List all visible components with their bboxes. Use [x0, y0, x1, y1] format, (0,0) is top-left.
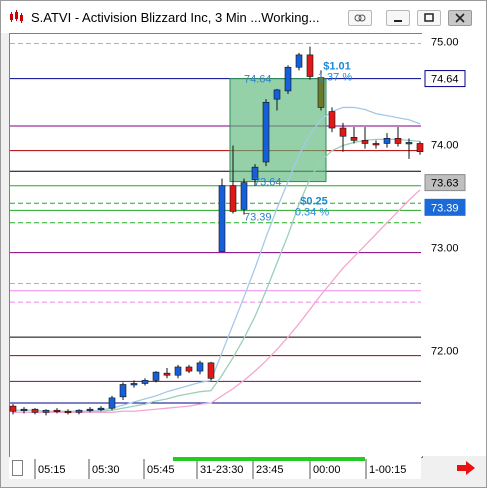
candle-body	[86, 408, 94, 412]
candle-body	[339, 127, 347, 137]
candle-body	[240, 182, 248, 210]
x-tick-label: 00:00	[313, 464, 341, 476]
candle-body	[383, 138, 391, 144]
y-tick-label: 75.00	[431, 37, 459, 49]
candle-body	[229, 185, 237, 212]
candle-body	[31, 408, 39, 413]
x-tick-label: 05:15	[38, 464, 66, 476]
candle-body	[42, 409, 50, 413]
price-badge-label: 73.63	[431, 178, 459, 190]
candle-body	[273, 89, 281, 100]
price-badge-label: 73.39	[431, 202, 459, 214]
candle-body	[284, 66, 292, 92]
candle-body	[75, 409, 83, 413]
candle-body	[350, 136, 358, 141]
candle-body	[141, 380, 149, 384]
candle-body	[372, 143, 380, 146]
candle-body	[306, 54, 314, 77]
x-tick-label: 05:30	[92, 464, 120, 476]
y-tick-label: 72.00	[431, 346, 459, 358]
x-tick-label: 23:45	[256, 464, 284, 476]
chart-canvas[interactable]: 74.6473.6473.39$1.011.37 %$0.250.34 %75.…	[1, 1, 486, 487]
candle-body	[53, 409, 61, 413]
y-tick-label: 73.00	[431, 243, 459, 255]
session-bar	[173, 457, 365, 461]
x-tick-label: 1-00:15	[369, 464, 406, 476]
candle-body	[405, 142, 413, 145]
candle-body	[295, 54, 303, 68]
candle-body	[108, 397, 116, 409]
candle-body	[262, 101, 270, 163]
candle-body	[394, 138, 402, 144]
candle-body	[163, 372, 171, 376]
candle-body	[152, 371, 160, 381]
candle-body	[174, 366, 182, 376]
candle-body	[119, 384, 127, 398]
annotation-percent: 1.37 %	[318, 72, 352, 84]
scroll-right-arrow-icon[interactable]	[456, 461, 476, 475]
candle-body	[185, 366, 193, 372]
candle-body	[64, 410, 72, 414]
candle-body	[196, 362, 204, 372]
scroll-left-box[interactable]	[12, 460, 23, 476]
candle-body	[416, 143, 424, 153]
candle-body	[130, 383, 138, 386]
moving-average-line	[13, 106, 421, 413]
annotation-percent: 0.34 %	[295, 206, 329, 218]
candle-body	[9, 405, 17, 412]
candle-body	[218, 185, 226, 252]
box-label-exit: 74.64	[244, 74, 272, 86]
chart-window: S.ATVI - Activision Blizzard Inc, 3 Min …	[0, 0, 487, 488]
candle-body	[97, 407, 105, 410]
candle-body	[20, 408, 28, 412]
price-badge-label: 74.64	[431, 74, 459, 86]
candle-body	[328, 111, 336, 129]
box-label-stop: 73.39	[244, 211, 272, 223]
x-tick-label: 31-23:30	[200, 464, 243, 476]
y-tick-label: 74.00	[431, 140, 459, 152]
moving-average-line	[13, 138, 421, 412]
x-tick-label: 05:45	[147, 464, 175, 476]
candle-body	[207, 362, 215, 379]
box-label-entry: 73.64	[254, 177, 282, 189]
candle-body	[361, 140, 369, 144]
